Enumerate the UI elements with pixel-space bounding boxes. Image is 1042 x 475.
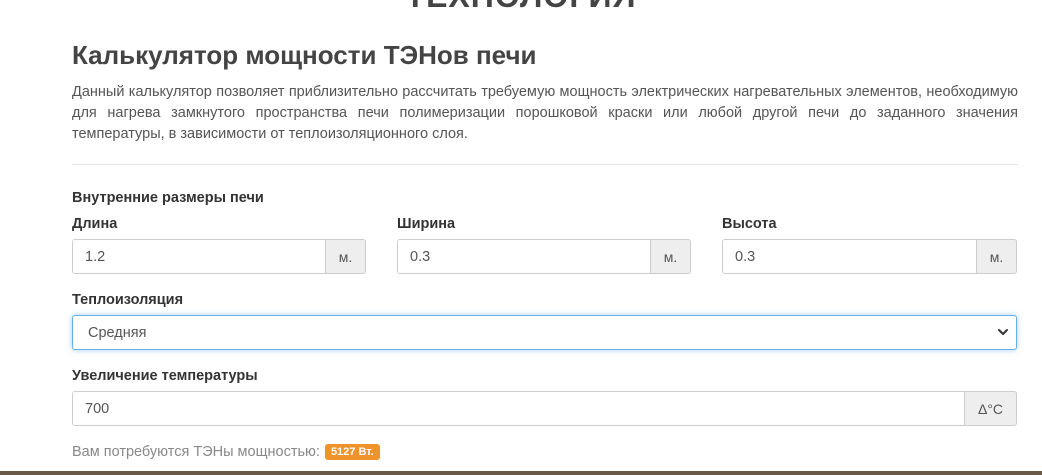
- temperature-label: Увеличение температуры: [72, 368, 258, 384]
- height-unit: м.: [976, 240, 1016, 273]
- bottom-bar: [0, 471, 1042, 475]
- calculator-description: Данный калькулятор позволяет приблизител…: [72, 84, 1018, 142]
- width-input-group: м.: [397, 239, 691, 274]
- dimensions-label: Внутренние размеры печи: [72, 190, 264, 206]
- insulation-selected-value: Средняя: [88, 324, 147, 341]
- temperature-input-group: Δ°С: [72, 391, 1017, 426]
- length-input-group: м.: [72, 239, 366, 274]
- divider: [72, 164, 1018, 165]
- power-badge: 5127 Вт.: [324, 444, 380, 460]
- insulation-select[interactable]: Средняя: [72, 315, 1017, 350]
- calculator-page: ТЕХНОЛОГИЯ Калькулятор мощности ТЭНов пе…: [0, 0, 1042, 475]
- height-input[interactable]: [723, 240, 976, 273]
- width-label: Ширина: [397, 216, 456, 232]
- temperature-input[interactable]: [73, 392, 964, 425]
- length-input[interactable]: [73, 240, 325, 273]
- insulation-label: Теплоизоляция: [72, 292, 184, 308]
- height-label: Высота: [722, 216, 777, 232]
- height-input-group: м.: [722, 239, 1017, 274]
- width-unit: м.: [650, 240, 690, 273]
- width-input[interactable]: [398, 240, 650, 273]
- chevron-down-icon: [998, 329, 1008, 335]
- result-line: Вам потребуются ТЭНы мощностью: 5127 Вт.: [72, 444, 380, 460]
- result-text: Вам потребуются ТЭНы мощностью:: [72, 444, 320, 460]
- page-title: Калькулятор мощности ТЭНов печи: [72, 40, 537, 70]
- section-heading: ТЕХНОЛОГИЯ: [0, 0, 1042, 15]
- length-label: Длина: [72, 216, 118, 232]
- temperature-unit: Δ°С: [964, 392, 1016, 425]
- length-unit: м.: [325, 240, 365, 273]
